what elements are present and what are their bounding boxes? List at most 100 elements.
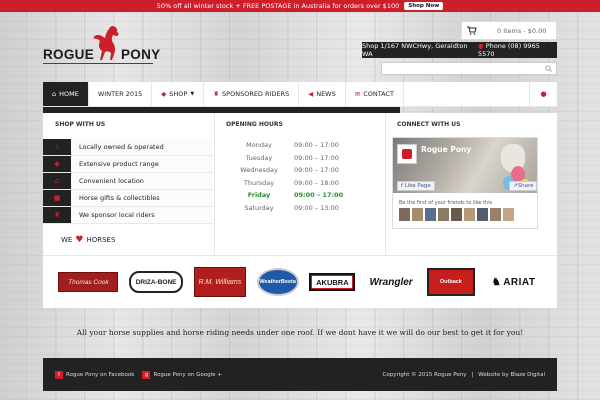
facebook-page-name[interactable]: Rogue Pony xyxy=(421,145,471,154)
brand-logo-outback[interactable]: Outback xyxy=(426,268,475,296)
nav-item-news[interactable]: ◀ News xyxy=(299,82,346,106)
cart-icon xyxy=(467,26,477,35)
trophy-icon: ♜ xyxy=(213,90,220,98)
brand-logos: Thomas Cook DRIZA-BONE R.M. Williams Wea… xyxy=(43,255,557,308)
tagline: All your horse supplies and horse riding… xyxy=(76,328,524,337)
day-label: Tuesday xyxy=(245,153,273,162)
logo[interactable]: ROGUE PONY xyxy=(43,22,160,64)
facebook-icon: f xyxy=(55,370,63,379)
info-icon: i xyxy=(43,139,71,155)
brand-logo-wrangler[interactable]: Wrangler xyxy=(366,273,416,291)
footer-credits: Copyright © 2015 Rogue Pony | Website by… xyxy=(383,372,545,378)
avatar xyxy=(412,208,423,221)
tag-icon: ◆ xyxy=(43,156,71,172)
user-icon: ● xyxy=(540,90,547,98)
avatar xyxy=(425,208,436,221)
column-divider xyxy=(214,113,215,255)
map-marker-icon: ● xyxy=(477,42,484,50)
footer: f Rogue Pony on Facebook g Rogue Pony on G… xyxy=(43,358,557,391)
avatar xyxy=(451,208,462,221)
nav-item-contact[interactable]: ✉ Contact xyxy=(346,82,405,106)
day-label: Wednesday xyxy=(240,166,278,175)
like-label: Like Page xyxy=(404,183,431,189)
day-label: Monday xyxy=(246,141,272,150)
facebook-friend-avatars xyxy=(399,208,514,221)
column-divider xyxy=(385,113,386,255)
facebook-page-widget[interactable]: Rogue Pony f Like Page ↗Share Be the fir… xyxy=(392,137,538,229)
brand-logo-weatherbeeta[interactable]: WeatherBeeta xyxy=(256,268,299,296)
time-value: 09:00 – 17:00 xyxy=(294,141,339,150)
share-label: Share xyxy=(517,183,534,189)
brand-logo-ariat[interactable]: ♞ ARIAT xyxy=(486,273,542,291)
list-item: ◆ Extensive product range xyxy=(43,156,213,173)
opening-hours-table: Monday 09:00 – 17:00 Tuesday 09:00 – 17:… xyxy=(224,139,384,214)
thumbs-up-icon: f xyxy=(401,183,403,189)
website-credit-link[interactable]: Website by Blaze Digital xyxy=(478,372,545,378)
brand-logo-rm-williams[interactable]: R.M. Williams xyxy=(193,267,246,297)
facebook-share-button[interactable]: ↗Share xyxy=(509,181,538,191)
promo-bar: 50% off all winter stock + FREE POSTAGE … xyxy=(0,0,600,12)
envelope-icon: ✉ xyxy=(354,90,361,98)
brand-name: ARIAT xyxy=(503,276,536,288)
facebook-friends-text: Be the first of your friends to like thi… xyxy=(399,200,493,206)
facebook-like-button[interactable]: f Like Page xyxy=(397,181,435,191)
search-input[interactable] xyxy=(384,64,534,73)
brand-name: R.M. Williams xyxy=(198,278,242,286)
nav-item-shop[interactable]: ◆ Shop ▼ xyxy=(152,82,205,106)
avatar xyxy=(438,208,449,221)
address-text: Shop 1/167 NWCHwy, Geraldton WA xyxy=(362,42,468,58)
account-button[interactable]: ● xyxy=(529,82,557,106)
avatar xyxy=(477,208,488,221)
nav-label: News xyxy=(316,90,336,98)
logo-underline xyxy=(43,63,153,64)
facebook-link[interactable]: f Rogue Pony on Facebook xyxy=(55,370,135,379)
list-item-label: Extensive product range xyxy=(79,160,159,168)
brand-logo-thomas-cook[interactable]: Thomas Cook xyxy=(58,272,119,292)
search-icon[interactable] xyxy=(545,65,552,72)
avatar xyxy=(503,208,514,221)
nav-label: Winter 2015 xyxy=(97,90,143,98)
google-plus-link-label: Rogue Pony on Google + xyxy=(153,371,222,378)
brand-logo-akubra[interactable]: AKUBRA xyxy=(309,273,356,291)
home-icon: ⌂ xyxy=(43,173,71,189)
promo-text: 50% off all winter stock + FREE POSTAGE … xyxy=(156,2,400,10)
nav-item-sponsored-riders[interactable]: ♜ Sponsored Riders xyxy=(204,82,300,106)
google-plus-icon: g xyxy=(142,370,151,379)
info-panel: Shop with us Opening hours Connect with … xyxy=(43,113,557,255)
gift-icon: ■ xyxy=(43,190,71,206)
facebook-link-label: Rogue Pony on Facebook xyxy=(66,371,135,378)
search-box xyxy=(381,62,557,75)
main-nav: ⌂ Home Winter 2015 ◆ Shop ▼ ♜ Sponsored … xyxy=(43,82,557,107)
nav-item-home[interactable]: ⌂ Home xyxy=(43,82,89,106)
nav-label: Contact xyxy=(363,90,395,98)
avatar xyxy=(464,208,475,221)
phone-text: Phone (08) 9965 5570 xyxy=(477,42,540,58)
list-item: ♜ We sponsor local riders xyxy=(43,207,213,224)
cart-widget[interactable]: 0 items - $0.00 xyxy=(461,21,557,40)
table-row: Monday 09:00 – 17:00 xyxy=(224,139,384,152)
shop-with-us-list: i Locally owned & operated ◆ Extensive p… xyxy=(43,139,213,224)
nav-item-winter-2015[interactable]: Winter 2015 xyxy=(89,82,153,106)
day-label: Saturday xyxy=(244,203,274,212)
brand-name: Wrangler xyxy=(369,276,413,288)
we-love-horses: WE ♥ HORSES xyxy=(61,235,115,245)
table-row: Thursday 09:00 – 18:00 xyxy=(224,177,384,190)
google-plus-link[interactable]: g Rogue Pony on Google + xyxy=(142,370,222,379)
shop-now-button[interactable]: Shop Now xyxy=(404,2,444,10)
opening-hours-heading: Opening hours xyxy=(226,121,283,128)
phone-group: ● Phone (08) 9965 5570 xyxy=(478,42,557,58)
megaphone-icon: ◀ xyxy=(308,90,314,98)
list-item-label: Locally owned & operated xyxy=(79,143,164,151)
nav-label: Home xyxy=(59,90,79,98)
brand-logo-driza-bone[interactable]: DRIZA-BONE xyxy=(129,271,184,293)
time-value: 09:00 – 17:00 xyxy=(294,153,339,162)
brand-name: Thomas Cook xyxy=(68,278,109,286)
brand-name: Outback xyxy=(439,279,462,285)
nav-label: Shop xyxy=(169,90,188,98)
table-row: Tuesday 09:00 – 17:00 xyxy=(224,152,384,165)
chevron-down-icon: ▼ xyxy=(190,91,195,97)
horse-head-icon: ♞ xyxy=(491,276,502,288)
tag-icon: ◆ xyxy=(161,90,167,98)
logo-text-rogue: ROGUE xyxy=(43,47,95,62)
